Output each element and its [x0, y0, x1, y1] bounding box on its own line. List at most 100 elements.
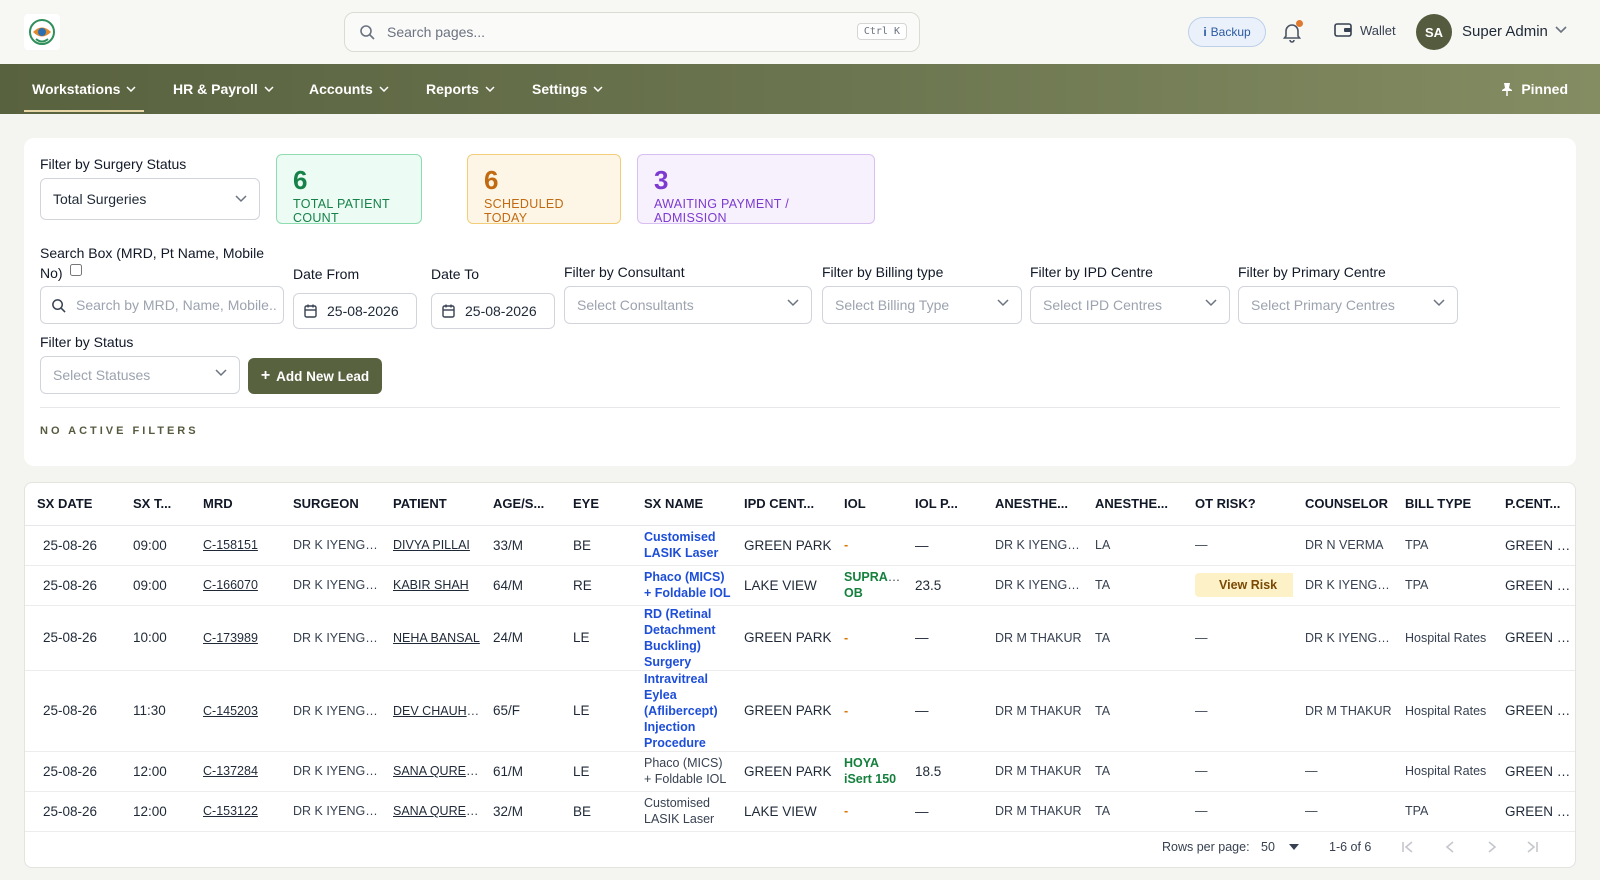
column-header[interactable]: SX DATE [25, 483, 121, 526]
view-risk-button[interactable]: View Risk [1195, 573, 1293, 597]
date-from-field[interactable]: 25-08-2026 [293, 293, 417, 329]
column-header[interactable]: SX T... [121, 483, 191, 526]
cell-primary-centre: GREEN PA... [1493, 751, 1575, 792]
mrd-link[interactable]: C-166070 [203, 578, 258, 592]
column-header[interactable]: AGE/S... [481, 483, 561, 526]
previous-page-icon[interactable] [1445, 841, 1455, 853]
column-header[interactable]: COUNSELOR [1293, 483, 1393, 526]
stat-scheduled-today[interactable]: 6 SCHEDULED TODAY [467, 154, 621, 225]
patient-link[interactable]: KABIR SHAH [393, 578, 469, 592]
nav-item-label: HR & Payroll [173, 81, 258, 97]
patient-link[interactable]: SANA QURES... [393, 804, 481, 818]
column-header[interactable]: ANESTHE... [1083, 483, 1183, 526]
mrd-link[interactable]: C-158151 [203, 538, 258, 552]
nav-item-reports[interactable]: Reports [426, 64, 495, 114]
table-row[interactable]: 25-08-26 09:00 C-158151 DR K IYENGAR DIV… [25, 525, 1575, 566]
cell-age-sex: 32/M [481, 791, 561, 832]
main-nav: Workstations HR & Payroll Accounts Repor… [0, 64, 1600, 114]
cell-surgeon: DR K IYENGAR [281, 525, 381, 566]
billing-type-select[interactable]: Select Billing Type [822, 286, 1022, 324]
sx-name-link[interactable]: Customised LASIK Laser [644, 530, 718, 560]
column-header[interactable]: P.CENT... [1493, 483, 1575, 526]
ipd-centre-select[interactable]: Select IPD Centres [1030, 286, 1230, 324]
consultant-select[interactable]: Select Consultants [564, 286, 812, 324]
table-row[interactable]: 25-08-26 12:00 C-153122 DR K IYENGAR SAN… [25, 791, 1575, 832]
nav-item-hr-payroll[interactable]: HR & Payroll [173, 64, 274, 114]
rows-per-page-select[interactable]: 50 [1261, 840, 1299, 854]
column-header[interactable]: SURGEON [281, 483, 381, 526]
date-from-label: Date From [293, 266, 360, 282]
nav-item-accounts[interactable]: Accounts [309, 64, 389, 114]
mrd-link[interactable]: C-153122 [203, 804, 258, 818]
patient-link[interactable]: DEV CHAUHAN [393, 704, 481, 718]
mrd-link[interactable]: C-137284 [203, 764, 258, 778]
search-mode-checkbox[interactable] [70, 264, 82, 276]
cell-ipd-centre: GREEN PARK [732, 751, 832, 792]
cell-iol-power: 18.5 [903, 751, 983, 792]
column-header[interactable]: IOL P... [903, 483, 983, 526]
column-header[interactable]: OT RISK? [1183, 483, 1293, 526]
first-page-icon[interactable] [1401, 841, 1415, 853]
cell-sx-time: 09:00 [121, 525, 191, 566]
surgery-status-select[interactable]: Total Surgeries [40, 178, 260, 220]
wallet-icon [1334, 23, 1352, 37]
mrd-link[interactable]: C-145203 [203, 704, 258, 718]
sx-name-link[interactable]: Phaco (MICS) + Foldable IOL [644, 570, 730, 600]
column-header[interactable]: IPD CENT... [732, 483, 832, 526]
backup-button[interactable]: i Backup [1188, 17, 1266, 47]
cell-surgeon: DR K IYENGAR [281, 670, 381, 752]
patient-link[interactable]: DIVYA PILLAI [393, 538, 470, 552]
calendar-icon [304, 304, 317, 318]
user-name[interactable]: Super Admin [1462, 23, 1548, 40]
date-to-field[interactable]: 25-08-2026 [431, 293, 555, 329]
mrd-link[interactable]: C-173989 [203, 631, 258, 645]
app-logo[interactable] [24, 14, 60, 50]
add-new-lead-button[interactable]: + Add New Lead [248, 358, 382, 394]
search-box-label: Search Box (MRD, Pt Name, Mobile [40, 245, 265, 261]
patient-link[interactable]: NEHA BANSAL [393, 631, 480, 645]
column-header[interactable]: MRD [191, 483, 281, 526]
global-search[interactable]: Search pages... Ctrl K [344, 12, 920, 52]
primary-centre-select[interactable]: Select Primary Centres [1238, 286, 1458, 324]
column-header[interactable]: BILL TYPE [1393, 483, 1493, 526]
table-row[interactable]: 25-08-26 11:30 C-145203 DR K IYENGAR DEV… [25, 670, 1575, 752]
pin-icon [1502, 83, 1513, 96]
stat-total-patient-count[interactable]: 6 TOTAL PATIENT COUNT [276, 154, 422, 225]
consultant-placeholder: Select Consultants [577, 297, 694, 313]
last-page-icon[interactable] [1525, 841, 1539, 853]
patient-link[interactable]: SANA QURES... [393, 764, 481, 778]
pagination-range: 1-6 of 6 [1329, 840, 1372, 854]
avatar[interactable]: SA [1416, 14, 1452, 50]
chevron-down-icon[interactable] [1555, 26, 1567, 34]
wallet-button[interactable]: Wallet [1334, 22, 1396, 38]
table-row[interactable]: 25-08-26 12:00 C-137284 DR K IYENGAR SAN… [25, 751, 1575, 792]
status-select[interactable]: Select Statuses [40, 356, 240, 394]
column-header[interactable]: IOL [832, 483, 903, 526]
nav-item-workstations[interactable]: Workstations [23, 64, 145, 114]
column-header[interactable]: EYE [561, 483, 632, 526]
cell-ipd-centre: GREEN PARK [732, 670, 832, 752]
cell-iol: - [844, 538, 849, 552]
pinned-button[interactable]: Pinned [1501, 64, 1568, 114]
table-row[interactable]: 25-08-26 09:00 C-166070 DR K IYENGAR KAB… [25, 565, 1575, 606]
table-row[interactable]: 25-08-26 10:00 C-173989 DR K IYENGAR NEH… [25, 605, 1575, 671]
info-icon: i [1203, 25, 1207, 39]
patient-search-input[interactable]: Search by MRD, Name, Mobile... [40, 286, 284, 324]
stat-awaiting-payment[interactable]: 3 AWAITING PAYMENT / ADMISSION [637, 154, 875, 225]
sx-name-link[interactable]: Intravitreal Eylea (Aflibercept) Injecti… [644, 672, 718, 750]
cell-anesthesia: TA [1083, 670, 1183, 752]
next-page-icon[interactable] [1487, 841, 1497, 853]
cell-anesthetist: DR M THAKUR [983, 751, 1083, 792]
cell-primary-centre: GREEN PA... [1493, 565, 1575, 606]
cell-age-sex: 24/M [481, 605, 561, 671]
cell-ipd-centre: GREEN PARK [732, 525, 832, 566]
nav-item-settings[interactable]: Settings [532, 64, 603, 114]
column-header[interactable]: ANESTHE... [983, 483, 1083, 526]
sx-name-link[interactable]: RD (Retinal Detachment Buckling) Surgery [644, 607, 716, 669]
chevron-down-icon [997, 299, 1009, 307]
column-header[interactable]: SX NAME [632, 483, 732, 526]
cell-eye: BE [561, 525, 632, 566]
column-header[interactable]: PATIENT [381, 483, 481, 526]
cell-age-sex: 33/M [481, 525, 561, 566]
caret-down-icon [1288, 844, 1299, 850]
